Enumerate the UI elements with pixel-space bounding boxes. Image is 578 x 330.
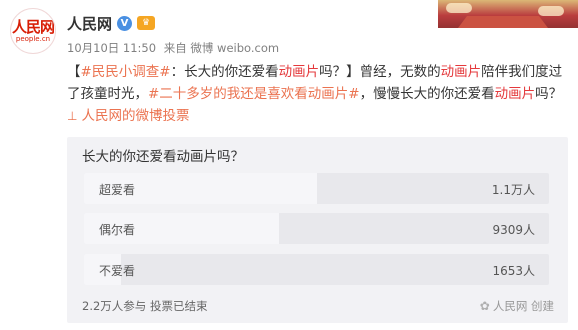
poll-option-label: 偶尔看 [99,223,136,237]
poll-option-label: 超爱看 [99,183,136,197]
username-row: 人民网 V ♛ [67,12,156,34]
poll-option-label: 不爱看 [99,264,136,278]
poll-option-count: 1.1万人 [491,183,535,197]
topic-link-1[interactable]: #民民小调查# [81,64,171,80]
avatar-logo-text: 人民网 [11,17,55,36]
post-body: 【#民民小调查#：长大的你还爱看动画片吗？】曾经，无数的动画片陪伴我们度过了孩童… [67,61,567,127]
poll-option-count: 9309人 [492,223,535,237]
post-timestamp[interactable]: 10月10日 11:50 [67,41,156,55]
avatar-logo-domain: people.cn [15,34,51,43]
poll-card: 长大的你还爱看动画片吗？ 超爱看 1.1万人 偶尔看 9309人 不爱看 165… [67,137,568,323]
keyword-2: 动画片 [440,64,482,80]
poll-title: 长大的你还爱看动画片吗？ [82,149,244,165]
bracket-open: 【 [67,64,81,80]
vip-badge-icon[interactable]: ♛ [137,16,156,30]
keyword-1: 动画片 [278,64,320,80]
poll-creator[interactable]: ✿ 人民网 创建 [480,298,554,314]
post-source[interactable]: 来自 微博 weibo.com [164,41,279,55]
vote-bar-icon: ⊥ [67,109,78,123]
topic-link-2[interactable]: #二十多岁的我还是喜欢看动画片# [148,86,360,102]
post-text-b: 吗？】曾经，无数的 [319,64,441,80]
post-text-d: ，慢慢长大的你还爱看 [359,86,495,102]
poll-option-count: 1653人 [492,264,535,278]
avatar[interactable]: 人民网 people.cn [10,8,56,54]
post-meta: 10月10日 11:50 来自 微博 weibo.com [67,40,283,56]
poll-option-2[interactable]: 偶尔看 9309人 [84,213,549,244]
poll-footer: 2.2万人参与 投票已结束 [82,299,208,313]
verified-v-icon[interactable]: V [117,15,133,31]
poll-creator-label: 人民网 创建 [492,299,554,313]
vote-link[interactable]: ⊥ 人民网的微博投票 [67,105,189,127]
keyword-3: 动画片 [494,86,536,102]
post-text-e: 吗？ [535,86,563,102]
username-link[interactable]: 人民网 [67,13,112,34]
header-banner [438,0,578,28]
paw-icon: ✿ [479,299,490,313]
poll-option-1[interactable]: 超爱看 1.1万人 [84,173,549,204]
vote-link-label: 人民网的微博投票 [81,108,190,124]
poll-option-3[interactable]: 不爱看 1653人 [84,254,549,285]
post-text-a: ：长大的你还爱看 [170,64,279,80]
